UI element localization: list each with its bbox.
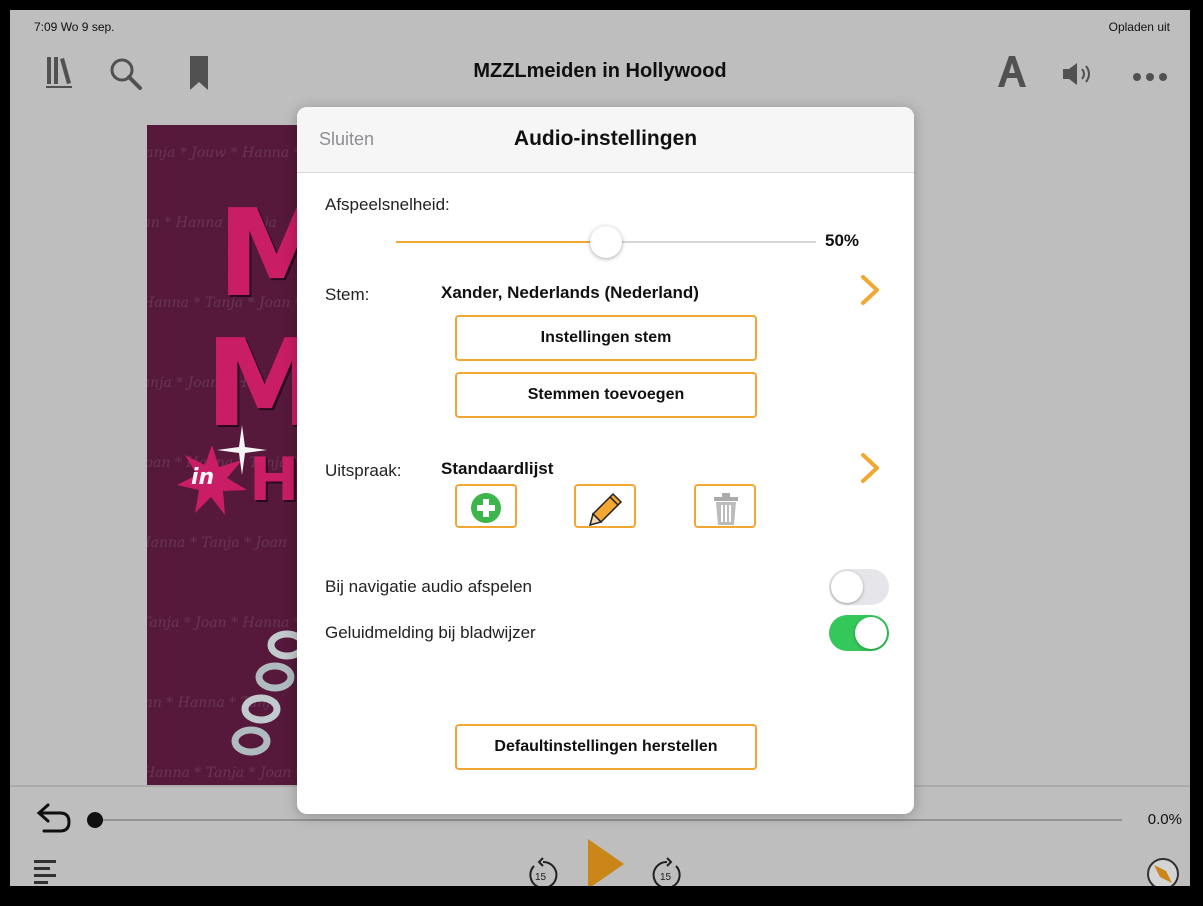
voice-settings-button[interactable]: Instellingen stem: [455, 315, 757, 361]
pronunciation-chevron-right-icon[interactable]: [859, 452, 881, 484]
speed-slider-fill: [396, 241, 606, 243]
pencil-icon: [589, 492, 623, 526]
voice-label: Stem:: [325, 285, 370, 304]
toggle-knob: [831, 571, 863, 603]
speed-slider-knob[interactable]: [590, 226, 622, 258]
pronunciation-value: Standaardlijst: [441, 459, 554, 478]
plus-circle-icon: [471, 493, 501, 523]
trash-icon: [714, 493, 738, 525]
speed-label: Afspeelsnelheid:: [325, 195, 450, 214]
voice-value: Xander, Nederlands (Nederland): [441, 283, 699, 302]
add-pronunciation-button[interactable]: [455, 484, 517, 528]
toggle-knob: [855, 617, 887, 649]
dialog-header: Sluiten Audio-instellingen: [297, 107, 914, 173]
reset-defaults-button[interactable]: Defaultinstellingen herstellen: [455, 724, 757, 770]
speed-value: 50%: [825, 231, 860, 250]
toggle-nav-audio[interactable]: [829, 569, 889, 605]
edit-pronunciation-button[interactable]: [574, 484, 636, 528]
delete-pronunciation-button[interactable]: [694, 484, 756, 528]
speed-slider[interactable]: [396, 226, 816, 258]
audio-settings-dialog: Sluiten Audio-instellingen Afspeelsnelhe…: [297, 107, 914, 814]
toggle-bookmark-sound[interactable]: [829, 615, 889, 651]
add-voices-button[interactable]: Stemmen toevoegen: [455, 372, 757, 418]
app-screen: 7:09 Wo 9 sep. Opladen uit MZZLmeiden in…: [10, 10, 1190, 886]
toggle-nav-audio-label: Bij navigatie audio afspelen: [325, 577, 532, 596]
dialog-title: Audio-instellingen: [513, 127, 698, 150]
voice-chevron-right-icon[interactable]: [859, 274, 881, 306]
toggle-bookmark-sound-label: Geluidmelding bij bladwijzer: [325, 623, 536, 642]
pronunciation-label: Uitspraak:: [325, 461, 402, 480]
